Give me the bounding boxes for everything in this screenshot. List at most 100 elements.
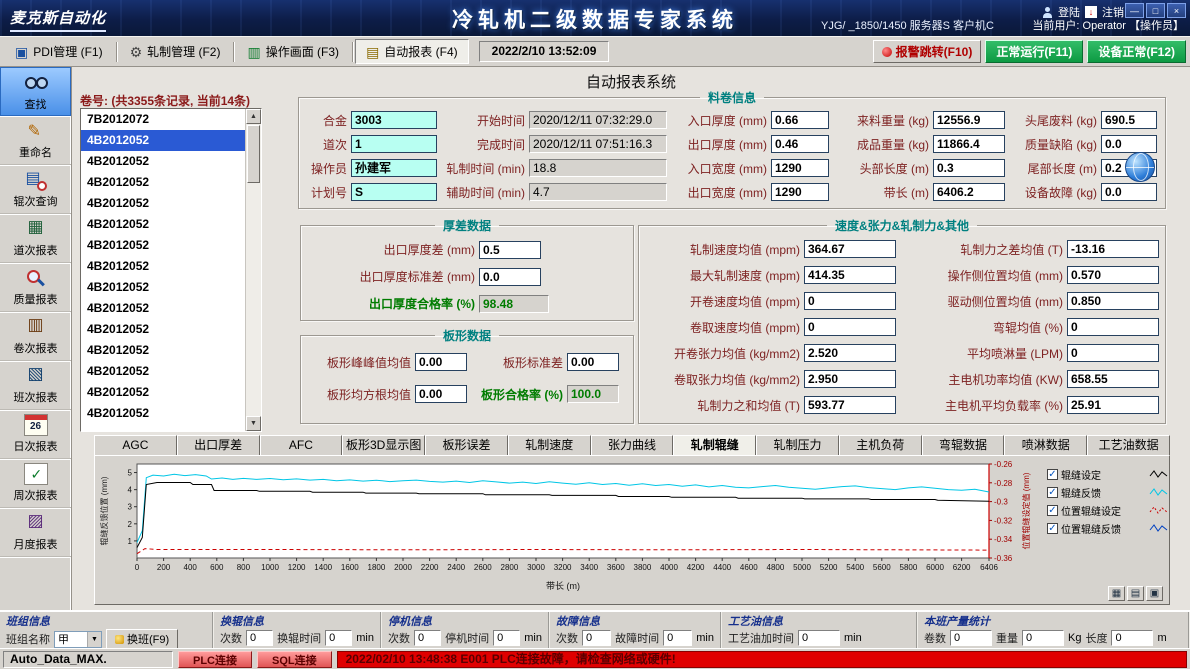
scroll-thumb[interactable] bbox=[247, 125, 260, 183]
legend-checkbox[interactable] bbox=[1047, 487, 1058, 498]
device-status-button[interactable]: 设备正常(F12) bbox=[1087, 40, 1186, 63]
field-label: 弯辊均值 (%) bbox=[908, 319, 1063, 336]
chart-tab[interactable]: 张力曲线 bbox=[591, 435, 674, 455]
chart-tab[interactable]: 弯辊数据 bbox=[922, 435, 1005, 455]
coil-list-item[interactable]: 4B2012052 bbox=[81, 256, 245, 277]
svg-text:0: 0 bbox=[135, 563, 140, 572]
key-icon bbox=[115, 635, 124, 644]
minimize-button[interactable]: — bbox=[1125, 3, 1144, 18]
svg-text:400: 400 bbox=[184, 563, 198, 572]
sidebar-item-shift-report[interactable]: 班次报表 bbox=[0, 361, 71, 410]
plc-connect-button[interactable]: PLC连接 bbox=[178, 651, 252, 668]
chart-tab[interactable]: AFC bbox=[260, 435, 343, 455]
field-label: 重量 bbox=[996, 630, 1018, 646]
scroll-up-icon[interactable] bbox=[246, 109, 261, 124]
coil-list-item[interactable]: 4B2012052 bbox=[81, 319, 245, 340]
coil-list-item[interactable]: 4B2012052 bbox=[81, 193, 245, 214]
coil-list-item[interactable]: 4B2012052 bbox=[81, 130, 245, 151]
group-thickness: 厚差数据 出口厚度差 (mm)0.5出口厚度标准差 (mm)0.0出口厚度合格率… bbox=[300, 217, 634, 321]
chart-tab[interactable]: 工艺油数据 bbox=[1087, 435, 1170, 455]
shift-select[interactable]: 甲 bbox=[54, 631, 102, 648]
field-value: 0 bbox=[804, 318, 896, 336]
chart-grid-icon[interactable]: ▤ bbox=[1127, 586, 1144, 601]
sidebar-item-find[interactable]: 查找 bbox=[0, 67, 71, 116]
field-label: 质量缺陷 (kg) bbox=[1013, 136, 1097, 153]
chart-tab[interactable]: 出口厚差 bbox=[177, 435, 260, 455]
menu-screen[interactable]: ▥操作画面 (F3) bbox=[236, 39, 350, 64]
legend-checkbox[interactable] bbox=[1047, 505, 1058, 516]
sidebar-item-label: 重命名 bbox=[19, 144, 52, 160]
field-row: 完成时间2020/12/11 07:51:16.3 bbox=[445, 132, 667, 156]
field-label: 最大轧制速度 (mpm) bbox=[645, 267, 800, 284]
field-row: 轧制力之差均值 (T)-13.16 bbox=[908, 236, 1159, 262]
section-title: 换辊信息 bbox=[220, 613, 374, 629]
section-fields: 工艺油加时间0min bbox=[728, 629, 910, 647]
svg-text:1200: 1200 bbox=[288, 563, 306, 572]
coil-list-item[interactable]: 4B2012052 bbox=[81, 382, 245, 403]
svg-text:5400: 5400 bbox=[846, 563, 864, 572]
sidebar-item-quality-report[interactable]: 质量报表 bbox=[0, 263, 71, 312]
coil-list-item[interactable]: 7B2012072 bbox=[81, 109, 245, 130]
coil-list-item[interactable]: 4B2012052 bbox=[81, 340, 245, 361]
field-value[interactable]: S bbox=[351, 183, 437, 201]
field-row: 卷取速度均值 (mpm)0 bbox=[645, 314, 896, 340]
chart-tab[interactable]: 轧制速度 bbox=[508, 435, 591, 455]
coil-list-item[interactable]: 4B2012052 bbox=[81, 361, 245, 382]
alarm-jump-button[interactable]: 报警跳转(F10) bbox=[873, 40, 982, 63]
sidebar-item-rename[interactable]: 重命名 bbox=[0, 116, 71, 165]
sidebar-item-monthly-report[interactable]: 月度报表 bbox=[0, 508, 71, 557]
chart-save-icon[interactable]: ▣ bbox=[1146, 586, 1163, 601]
run-status-button[interactable]: 正常运行(F11) bbox=[985, 40, 1083, 63]
field-label: 操作侧位置均值 (mm) bbox=[908, 267, 1063, 284]
sidebar-item-weekly-report[interactable]: 周次报表 bbox=[0, 459, 71, 508]
menu-report[interactable]: ▤自动报表 (F4) bbox=[355, 39, 469, 64]
field-row: 道次1 bbox=[305, 132, 437, 156]
legend-checkbox[interactable] bbox=[1047, 523, 1058, 534]
coil-list-scrollbar[interactable] bbox=[245, 109, 261, 431]
login-icon[interactable] bbox=[1042, 7, 1053, 18]
sql-connect-button[interactable]: SQL连接 bbox=[257, 651, 332, 668]
chart-tab[interactable]: 板形3D显示图 bbox=[342, 435, 425, 455]
chart-tab[interactable]: 喷淋数据 bbox=[1004, 435, 1087, 455]
coil-list-item[interactable]: 4B2012052 bbox=[81, 403, 245, 424]
sidebar-item-pass-report[interactable]: 道次报表 bbox=[0, 214, 71, 263]
svg-text:2600: 2600 bbox=[474, 563, 492, 572]
field-row: 轧制力之和均值 (T)593.77 bbox=[645, 392, 896, 418]
chart-tab[interactable]: 轧制辊缝 bbox=[673, 435, 756, 455]
field-label: 板形合格率 (%) bbox=[471, 386, 563, 403]
svg-text:2200: 2200 bbox=[421, 563, 439, 572]
coil-list-item[interactable]: 4B2012052 bbox=[81, 214, 245, 235]
sidebar-item-roll-query[interactable]: 辊次查询 bbox=[0, 165, 71, 214]
field-row: 成品重量 (kg)11866.4 bbox=[837, 132, 1005, 156]
chart-tab[interactable]: 板形误差 bbox=[425, 435, 508, 455]
coil-list-item[interactable]: 4B2012052 bbox=[81, 298, 245, 319]
legend-checkbox[interactable] bbox=[1047, 469, 1058, 480]
field-value[interactable]: 3003 bbox=[351, 111, 437, 129]
field-value: -13.16 bbox=[1067, 240, 1159, 258]
coil-list-item[interactable]: 4B2012052 bbox=[81, 277, 245, 298]
svg-text:2800: 2800 bbox=[501, 563, 519, 572]
scroll-track[interactable] bbox=[246, 184, 261, 416]
menu-mill[interactable]: ⚙轧制管理 (F2) bbox=[119, 39, 232, 64]
maximize-button[interactable]: □ bbox=[1146, 3, 1165, 18]
coil-list-item[interactable]: 4B2012052 bbox=[81, 235, 245, 256]
speed-column: 轧制速度均值 (mpm)364.67最大轧制速度 (mpm)414.35开卷速度… bbox=[645, 236, 896, 418]
close-button[interactable]: × bbox=[1167, 3, 1186, 18]
field-label: 计划号 bbox=[305, 184, 347, 201]
chart-zoom-icon[interactable]: ▦ bbox=[1108, 586, 1125, 601]
group-coil-info: 料卷信息 合金3003道次1操作员孙建军计划号S开始时间2020/12/11 0… bbox=[298, 89, 1166, 209]
field-value: 0 bbox=[582, 630, 611, 646]
shift-change-button[interactable]: 换班(F9) bbox=[106, 629, 178, 648]
menu-pdi[interactable]: ▣PDI管理 (F1) bbox=[4, 39, 114, 64]
chart-tab[interactable]: 主机负荷 bbox=[839, 435, 922, 455]
menu-label: PDI管理 (F1) bbox=[33, 43, 102, 60]
chart-tab[interactable]: 轧制压力 bbox=[756, 435, 839, 455]
field-value[interactable]: 1 bbox=[351, 135, 437, 153]
field-value[interactable]: 孙建军 bbox=[351, 159, 437, 177]
coil-list-item[interactable]: 4B2012052 bbox=[81, 151, 245, 172]
sidebar-item-daily-report[interactable]: 26日次报表 bbox=[0, 410, 71, 459]
chart-tab[interactable]: AGC bbox=[94, 435, 177, 455]
scroll-down-icon[interactable] bbox=[246, 416, 261, 431]
sidebar-item-coil-report[interactable]: 卷次报表 bbox=[0, 312, 71, 361]
coil-list-item[interactable]: 4B2012052 bbox=[81, 172, 245, 193]
